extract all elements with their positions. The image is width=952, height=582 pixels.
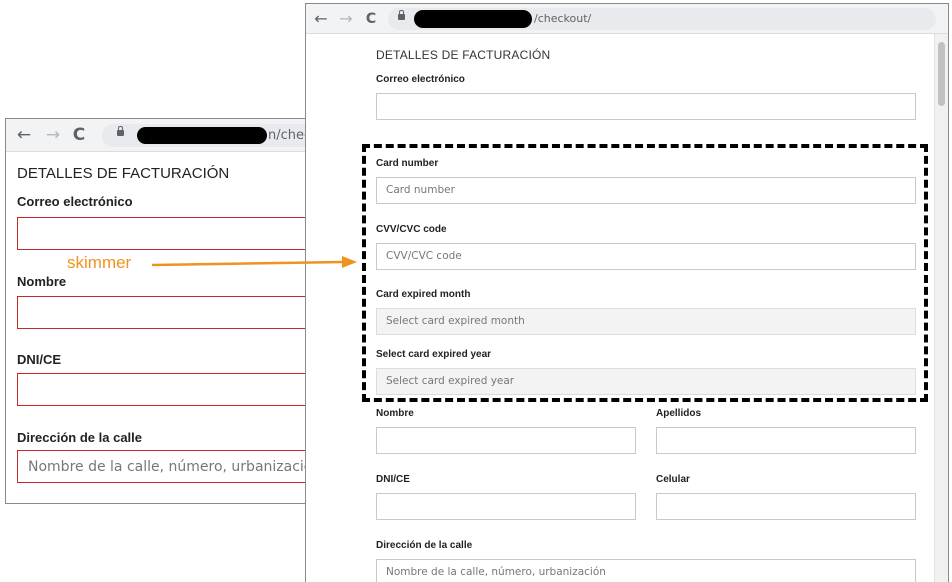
dni-label: DNI/CE bbox=[376, 474, 410, 485]
skimmed-checkout-window: ← → C /checkout/ DETALLES DE FACTURACIÓN… bbox=[305, 3, 949, 582]
annotation-arrow-icon bbox=[152, 256, 357, 268]
forward-arrow-icon[interactable]: → bbox=[337, 4, 355, 34]
street-label: Dirección de la calle bbox=[376, 540, 473, 551]
address-bar[interactable]: /checkout/ bbox=[388, 8, 936, 30]
back-arrow-icon[interactable]: ← bbox=[312, 4, 330, 34]
browser-toolbar: ← → C /checkout/ bbox=[306, 4, 948, 34]
dni-field[interactable] bbox=[376, 493, 636, 520]
name-field[interactable] bbox=[17, 296, 324, 329]
lock-icon bbox=[117, 126, 124, 136]
name-label: Nombre bbox=[376, 408, 414, 419]
legit-checkout-window: ← → C n/check DETALLES DE FACTURACIÓN Co… bbox=[5, 118, 325, 504]
phone-field[interactable] bbox=[656, 493, 916, 520]
browser-toolbar: ← → C n/check bbox=[6, 119, 324, 152]
exp-month-label: Card expired month bbox=[376, 289, 471, 300]
exp-year-select[interactable]: Select card expired year bbox=[376, 368, 916, 395]
card-number-label: Card number bbox=[376, 158, 439, 169]
scrollbar[interactable] bbox=[934, 34, 948, 582]
email-label: Correo electrónico bbox=[17, 194, 133, 209]
cvv-field[interactable]: CVV/CVC code bbox=[376, 243, 916, 270]
back-arrow-icon[interactable]: ← bbox=[15, 119, 33, 152]
card-number-field[interactable]: Card number bbox=[376, 177, 916, 204]
url-path: /checkout/ bbox=[534, 12, 592, 25]
exp-month-select[interactable]: Select card expired month bbox=[376, 308, 916, 335]
lastname-label: Apellidos bbox=[656, 408, 702, 419]
billing-title: DETALLES DE FACTURACIÓN bbox=[17, 165, 230, 182]
reload-icon[interactable]: C bbox=[70, 119, 88, 152]
email-label: Correo electrónico bbox=[376, 74, 465, 85]
exp-year-label: Select card expired year bbox=[376, 349, 492, 360]
skimmer-annotation-label: skimmer bbox=[67, 253, 132, 272]
lastname-field[interactable] bbox=[656, 427, 916, 454]
reload-icon[interactable]: C bbox=[362, 4, 380, 34]
dni-label: DNI/CE bbox=[17, 352, 62, 367]
street-field[interactable]: Nombre de la calle, número, urbanización bbox=[17, 450, 324, 483]
email-field[interactable] bbox=[17, 217, 324, 250]
dni-field[interactable] bbox=[17, 373, 324, 406]
street-label: Dirección de la calle bbox=[17, 430, 143, 445]
name-field[interactable] bbox=[376, 427, 636, 454]
name-label: Nombre bbox=[17, 274, 67, 289]
redacted-domain bbox=[137, 127, 267, 144]
lock-icon bbox=[398, 10, 405, 20]
forward-arrow-icon[interactable]: → bbox=[44, 119, 62, 152]
street-field[interactable]: Nombre de la calle, número, urbanización bbox=[376, 559, 916, 582]
redacted-domain bbox=[414, 10, 532, 28]
billing-title: DETALLES DE FACTURACIÓN bbox=[376, 48, 551, 62]
cvv-label: CVV/CVC code bbox=[376, 224, 447, 235]
scrollbar-thumb[interactable] bbox=[938, 42, 945, 106]
phone-label: Celular bbox=[656, 474, 690, 485]
email-field[interactable] bbox=[376, 93, 916, 120]
